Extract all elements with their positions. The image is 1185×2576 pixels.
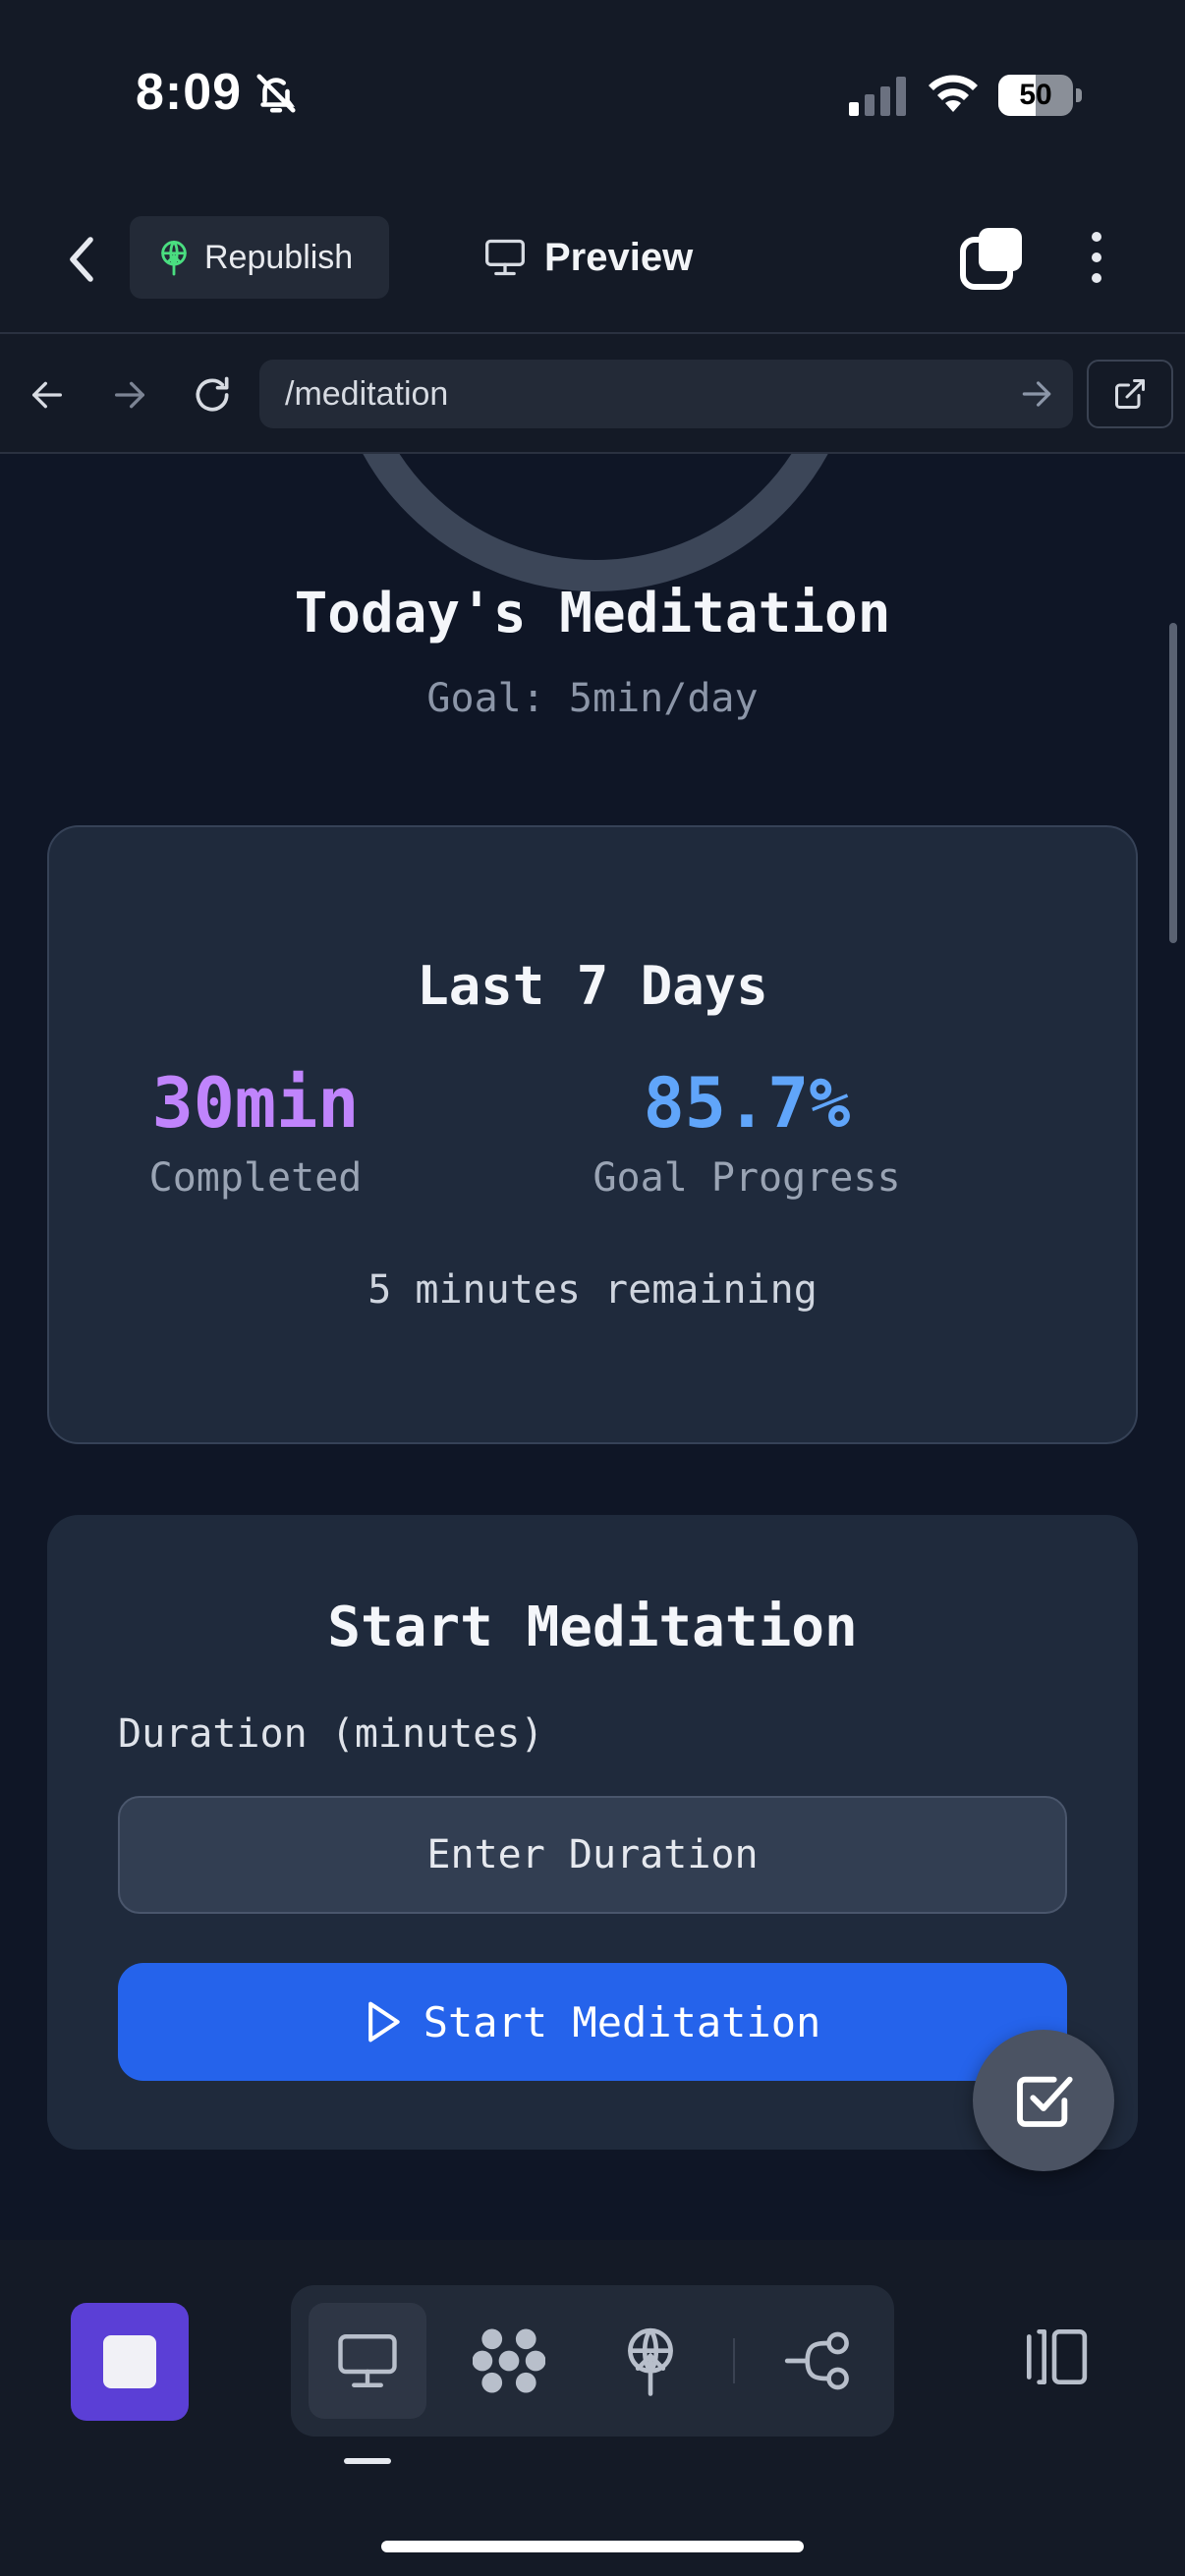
more-vertical-icon: [1092, 232, 1101, 283]
panel-toggle-icon: [1026, 2328, 1088, 2385]
stop-icon: [103, 2335, 156, 2388]
scrollbar[interactable]: [1169, 623, 1177, 943]
tabs-icon[interactable]: [959, 224, 1026, 291]
stop-button[interactable]: [71, 2303, 189, 2421]
back-button[interactable]: [51, 228, 114, 291]
remaining-text: 5 minutes remaining: [367, 1267, 818, 1313]
signal-icon: [849, 77, 906, 116]
app-header: Republish Preview: [0, 193, 1185, 334]
components-icon: [473, 2328, 545, 2393]
republish-label: Republish: [204, 238, 354, 276]
desktop-icon: [338, 2334, 397, 2387]
republish-button[interactable]: Republish: [130, 216, 389, 299]
reload-button[interactable]: [181, 364, 244, 426]
open-external-button[interactable]: [1087, 360, 1173, 428]
external-link-icon: [1115, 379, 1145, 409]
reload-icon: [196, 376, 229, 412]
panel-toggle-button[interactable]: [1012, 2315, 1097, 2399]
arrow-right-icon: [115, 381, 144, 409]
duration-input[interactable]: [118, 1796, 1067, 1914]
monitor-icon: [485, 239, 525, 276]
browser-forward-button[interactable]: [98, 364, 161, 426]
stats-title: Last 7 Days: [417, 955, 768, 1017]
tool-workflow[interactable]: [759, 2303, 876, 2419]
browser-back-button[interactable]: [16, 364, 79, 426]
more-options-button[interactable]: [1067, 224, 1126, 291]
active-tab-indicator: [344, 2458, 391, 2464]
tool-group: [291, 2285, 894, 2436]
goal-progress-value: 85.7%: [643, 1063, 851, 1144]
start-meditation-button[interactable]: Start Meditation: [118, 1963, 1067, 2081]
completed-value: 30min: [151, 1063, 360, 1144]
start-title: Start Meditation: [327, 1596, 858, 1659]
start-button-label: Start Meditation: [423, 1997, 821, 2046]
duration-label: Duration (minutes): [118, 1711, 544, 1757]
completed-label: Completed: [148, 1155, 363, 1201]
goal-progress-stat: 85.7% Goal Progress: [521, 1063, 973, 1201]
play-icon: [367, 2001, 400, 2043]
chevron-left-icon: [70, 237, 93, 282]
completed-stat: 30min Completed: [49, 1063, 462, 1201]
wifi-icon: [929, 75, 978, 112]
progress-ring: [330, 454, 861, 591]
tool-preview[interactable]: [309, 2303, 426, 2419]
page-content[interactable]: Today's Meditation Goal: 5min/day Last 7…: [0, 454, 1185, 2240]
publish-icon: [628, 2327, 673, 2396]
status-time: 8:09: [136, 64, 243, 121]
preview-label: Preview: [544, 235, 694, 279]
preview-button[interactable]: Preview: [483, 222, 693, 293]
tool-publish[interactable]: [592, 2303, 709, 2419]
bell-muted-icon: [256, 74, 296, 113]
workflow-icon: [784, 2331, 849, 2390]
status-bar: 8:09 50: [0, 0, 1185, 193]
go-arrow-icon[interactable]: [1018, 375, 1055, 413]
publish-icon: [161, 241, 187, 276]
goal-text: Goal: 5min/day: [426, 676, 759, 721]
check-fab-button[interactable]: [973, 2030, 1114, 2171]
home-indicator: [381, 2541, 804, 2552]
checkbox-icon: [1017, 2076, 1073, 2127]
start-meditation-card: Start Meditation Duration (minutes) Star…: [47, 1515, 1138, 2150]
battery-indicator: 50: [998, 75, 1082, 116]
stats-card: Last 7 Days 30min Completed 85.7% Goal P…: [47, 825, 1138, 1444]
tool-divider: [733, 2338, 735, 2383]
url-text: /meditation: [285, 375, 449, 413]
goal-progress-label: Goal Progress: [592, 1155, 901, 1201]
url-field[interactable]: /meditation: [259, 360, 1073, 428]
browser-bar: /meditation: [0, 334, 1185, 454]
arrow-left-icon: [32, 381, 62, 409]
bottom-toolbar: [0, 2240, 1185, 2576]
page-title: Today's Meditation: [294, 582, 891, 645]
battery-percent: 50: [1019, 79, 1052, 111]
tool-components[interactable]: [450, 2303, 568, 2419]
